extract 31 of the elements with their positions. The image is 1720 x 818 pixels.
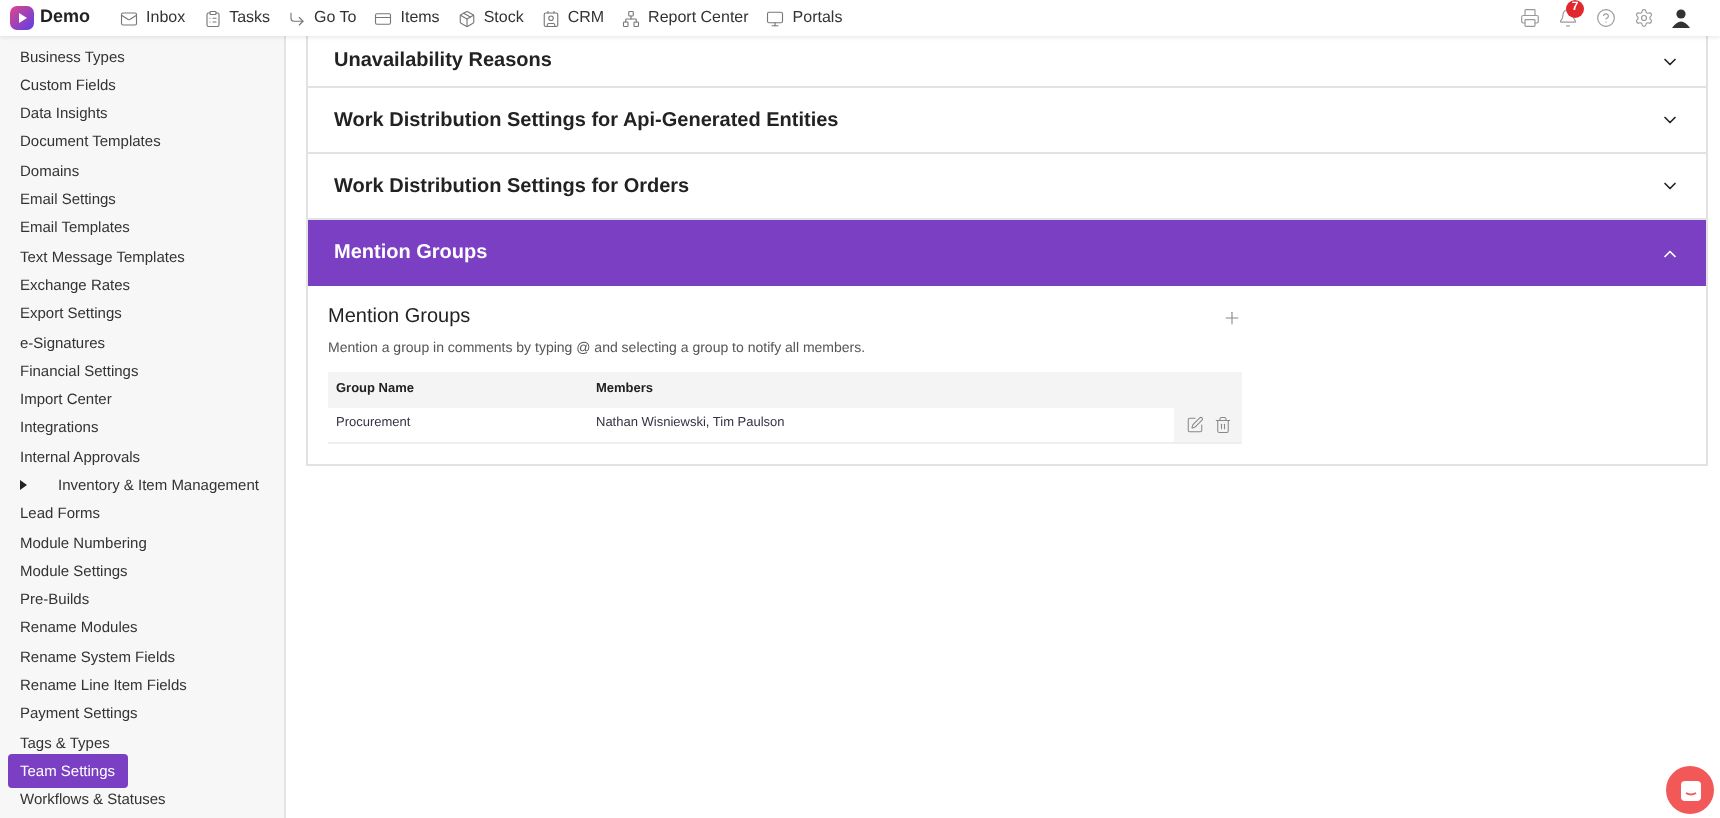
- logo-icon: [10, 6, 34, 30]
- network-icon: [622, 9, 641, 27]
- nav-link[interactable]: Portals: [766, 6, 843, 30]
- nav-link[interactable]: Items: [374, 6, 440, 30]
- chat-button[interactable]: [1666, 766, 1714, 814]
- expand-triangle-icon[interactable]: [18, 480, 28, 491]
- add-icon[interactable]: [1222, 307, 1242, 327]
- printer-icon[interactable]: [1520, 8, 1540, 28]
- contact-card-icon: [541, 9, 560, 27]
- envelope-icon: [120, 9, 139, 27]
- chat-icon: [1679, 779, 1701, 801]
- monitor-icon: [766, 9, 785, 27]
- card-icon: [374, 9, 393, 27]
- nav-link[interactable]: Stock: [457, 6, 524, 30]
- nav-link[interactable]: Report Center: [622, 6, 749, 30]
- accordion-header[interactable]: Mention Groups: [308, 220, 1706, 286]
- nav-link[interactable]: Tasks: [203, 6, 271, 30]
- clipboard-icon: [203, 9, 222, 27]
- box-icon: [457, 9, 476, 27]
- settings-icon[interactable]: [1634, 8, 1654, 28]
- help-icon[interactable]: [1596, 8, 1616, 28]
- delete-icon[interactable]: [1213, 415, 1231, 434]
- arrow-icon: [288, 9, 307, 27]
- edit-icon[interactable]: [1185, 415, 1203, 434]
- nav-link[interactable]: CRM: [541, 6, 605, 30]
- brand-name: Demo: [40, 4, 91, 31]
- section-title: Mention Groups: [328, 304, 471, 332]
- nav-link[interactable]: Go To: [288, 6, 357, 30]
- bell-icon[interactable]: [1558, 8, 1578, 28]
- nav-link[interactable]: Inbox: [120, 6, 186, 30]
- avatar-icon[interactable]: [1672, 8, 1690, 28]
